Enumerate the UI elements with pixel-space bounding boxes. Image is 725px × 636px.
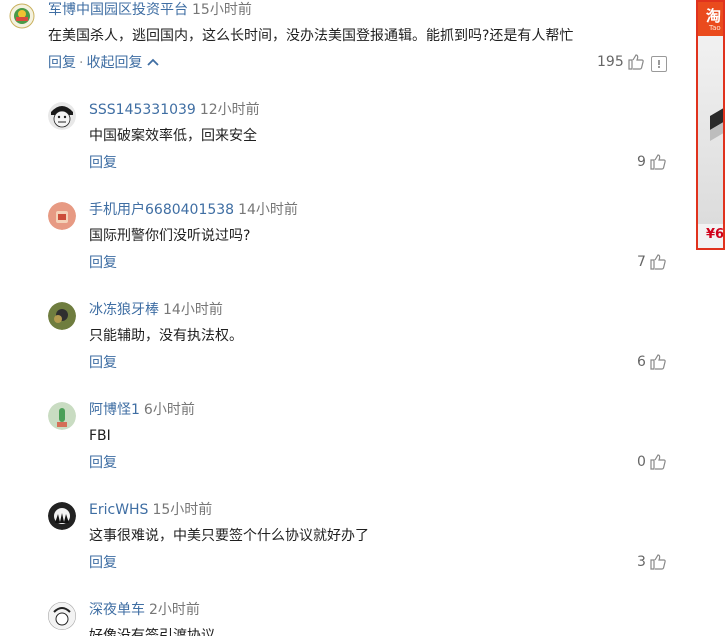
ad-price: ¥6 [706, 227, 725, 242]
reply-username[interactable]: 深夜单车 [89, 602, 145, 618]
reply-text: 国际刑警你们没听说过吗? [89, 228, 251, 244]
collapse-replies-button[interactable]: 收起回复 [86, 55, 142, 71]
reply-button[interactable]: 回复 [89, 155, 117, 171]
reply-item: EricWHS 15小时前 这事很难说，中美只要签个什么协议就好办了 回复 3 [0, 500, 690, 580]
cactus-avatar-icon [48, 402, 76, 430]
character-avatar-icon [48, 502, 76, 530]
avatar[interactable] [8, 2, 36, 30]
like-count: 9 [637, 154, 646, 170]
reply-username[interactable]: SSS145331039 [89, 102, 196, 118]
comment-meta: 军博中国园区投资平台 15小时前 [48, 0, 252, 20]
reply-time: 14小时前 [163, 302, 223, 318]
like-count-wrapper[interactable]: 3 [637, 552, 667, 572]
avatar[interactable] [48, 402, 76, 430]
like-count: 7 [637, 254, 646, 270]
reply-item: 手机用户6680401538 14小时前 国际刑警你们没听说过吗? 回复 7 [0, 200, 690, 280]
avatar[interactable] [48, 102, 76, 130]
reply-actions: 回复 [89, 353, 117, 373]
reply-username[interactable]: EricWHS [89, 502, 148, 518]
avatar[interactable] [48, 502, 76, 530]
thumbs-up-icon[interactable] [649, 253, 667, 271]
thumbs-up-icon[interactable] [649, 553, 667, 571]
reply-meta: SSS145331039 12小时前 [89, 100, 260, 120]
reply-time: 14小时前 [238, 202, 298, 218]
like-count-wrapper[interactable]: 195 [597, 52, 645, 72]
reply-button[interactable]: 回复 [89, 555, 117, 571]
reply-username[interactable]: 阿博怪1 [89, 402, 140, 418]
photo-avatar-icon [48, 302, 76, 330]
comment-time: 15小时前 [192, 2, 252, 18]
reply-text: 好像没有签引渡协议 [89, 628, 215, 636]
comment-thread: 军博中国园区投资平台 15小时前 在美国杀人，逃回国内，这么长时间，没办法美国登报… [0, 0, 690, 636]
like-count: 6 [637, 354, 646, 370]
reply-text: 中国破案效率低，回来安全 [89, 128, 257, 144]
reply-meta: 阿博怪1 6小时前 [89, 400, 195, 420]
sketch-avatar-icon [48, 602, 76, 630]
reply-button[interactable]: 回复 [89, 455, 117, 471]
reply-meta: 深夜单车 2小时前 [89, 600, 200, 620]
product-image-icon [710, 108, 723, 141]
ad-header: 淘 Tao [698, 2, 723, 36]
reply-meta: 冰冻狼牙棒 14小时前 [89, 300, 223, 320]
report-icon[interactable] [651, 56, 667, 72]
ad-subtitle: Tao [709, 24, 721, 32]
avatar[interactable] [48, 202, 76, 230]
reply-actions: 回复 [89, 553, 117, 573]
comment-text: 在美国杀人，逃回国内，这么长时间，没办法美国登报通辑。能抓到吗?还是有人帮忙 [48, 28, 574, 44]
reply-meta: EricWHS 15小时前 [89, 500, 212, 520]
reply-text: 这事很难说，中美只要签个什么协议就好办了 [89, 528, 369, 544]
reply-text: FBI [89, 428, 111, 444]
avatar[interactable] [48, 302, 76, 330]
organization-logo-icon [8, 2, 36, 30]
reply-time: 12小时前 [199, 102, 260, 118]
thumbs-up-icon[interactable] [649, 153, 667, 171]
reply-username[interactable]: 手机用户6680401538 [89, 202, 234, 218]
thumbs-up-icon[interactable] [649, 353, 667, 371]
avatar[interactable] [48, 602, 76, 630]
ad-logo: 淘 [706, 7, 722, 25]
like-count-wrapper[interactable]: 6 [637, 352, 667, 372]
reply-actions: 回复 [89, 453, 117, 473]
reply-text: 只能辅助，没有执法权。 [89, 328, 243, 344]
chevron-up-icon[interactable] [147, 57, 159, 67]
reply-time: 6小时前 [143, 402, 195, 418]
reply-actions: 回复 [89, 153, 117, 173]
like-count-wrapper[interactable]: 9 [637, 152, 667, 172]
reply-item: 阿博怪1 6小时前 FBI 回复 0 [0, 400, 690, 480]
like-count: 195 [597, 54, 624, 70]
reply-item: SSS145331039 12小时前 中国破案效率低，回来安全 回复 9 [0, 100, 690, 180]
reply-button[interactable]: 回复 [89, 255, 117, 271]
comment-item: 军博中国园区投资平台 15小时前 在美国杀人，逃回国内，这么长时间，没办法美国登报… [0, 0, 690, 80]
ad-product-image[interactable] [698, 36, 723, 224]
side-ad[interactable]: 淘 Tao ¥6 [696, 0, 725, 250]
like-count-wrapper[interactable]: 0 [637, 452, 667, 472]
comment-username[interactable]: 军博中国园区投资平台 [48, 2, 188, 18]
reply-actions: 回复 [89, 253, 117, 273]
like-count-wrapper[interactable]: 7 [637, 252, 667, 272]
comment-actions: 回复 · 收起回复 [48, 53, 159, 73]
reply-username[interactable]: 冰冻狼牙棒 [89, 302, 159, 318]
reply-button[interactable]: 回复 [89, 355, 117, 371]
thumbs-up-icon[interactable] [649, 453, 667, 471]
thumbs-up-icon[interactable] [627, 53, 645, 71]
cartoon-face-icon [48, 102, 76, 130]
reply-time: 15小时前 [152, 502, 213, 518]
reply-meta: 手机用户6680401538 14小时前 [89, 200, 298, 220]
separator-dot: · [79, 55, 84, 71]
like-count: 3 [637, 554, 646, 570]
reply-item: 冰冻狼牙棒 14小时前 只能辅助，没有执法权。 回复 6 [0, 300, 690, 380]
reply-item: 深夜单车 2小时前 好像没有签引渡协议 [0, 600, 690, 636]
reply-time: 2小时前 [149, 602, 200, 618]
reply-button[interactable]: 回复 [48, 55, 76, 71]
like-count: 0 [637, 454, 646, 470]
drink-avatar-icon [48, 202, 76, 230]
